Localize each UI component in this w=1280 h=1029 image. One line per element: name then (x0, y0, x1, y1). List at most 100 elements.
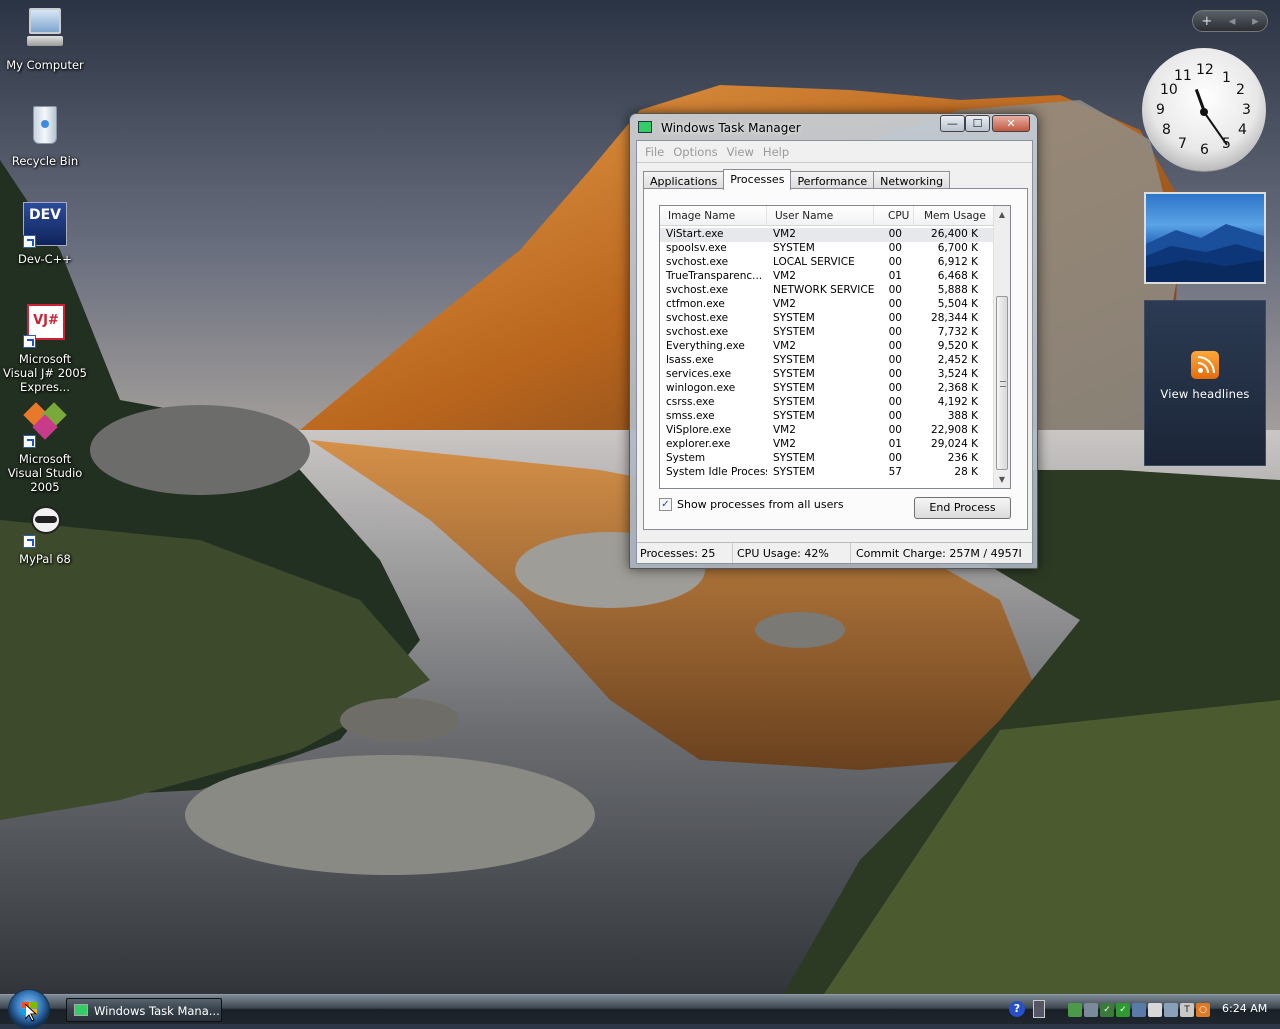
tray-app-icon[interactable] (1068, 1003, 1082, 1017)
menu-options[interactable]: Options (671, 141, 724, 162)
process-row[interactable]: System SYSTEM 00 236 K (660, 452, 994, 466)
title-bar[interactable]: Windows Task Manager — ☐ ✕ (630, 114, 1037, 140)
process-mem-usage: 2,368 K (937, 382, 978, 394)
process-row[interactable]: smss.exe SYSTEM 00 388 K (660, 410, 994, 424)
menu-view[interactable]: View (725, 141, 761, 162)
maximize-button[interactable]: ☐ (965, 115, 990, 132)
minimize-button[interactable]: — (940, 115, 965, 132)
menu-file[interactable]: File (643, 141, 671, 162)
column-cpu[interactable]: CPU (874, 206, 914, 226)
tab-performance[interactable]: Performance (790, 171, 875, 189)
process-row[interactable]: TrueTransparenc... VM2 01 6,468 K (660, 270, 994, 284)
process-list[interactable]: Image Name User Name CPU Mem Usage ViSta… (659, 205, 1011, 489)
clock-number: 3 (1242, 102, 1251, 118)
process-image-name: smss.exe (666, 410, 715, 422)
desktop-icon-visual-jsharp[interactable]: VJ# Microsoft Visual J# 2005 Expres... (0, 300, 90, 394)
tray-computer-icon[interactable] (1084, 1003, 1098, 1017)
shortcut-arrow-icon (23, 435, 36, 448)
network-tray-icon[interactable] (1033, 1000, 1045, 1018)
tray-tool-icon[interactable]: T (1180, 1003, 1194, 1017)
add-gadget-button[interactable]: + (1201, 14, 1212, 29)
tab-networking[interactable]: Networking (873, 171, 951, 189)
taskbar-clock[interactable]: 6:24 AM (1222, 1002, 1267, 1015)
process-row[interactable]: spoolsv.exe SYSTEM 00 6,700 K (660, 242, 994, 256)
view-headlines-link[interactable]: View headlines (1145, 387, 1265, 401)
process-user-name: SYSTEM (773, 326, 815, 338)
show-all-processes-checkbox[interactable]: ✓ (659, 498, 672, 511)
tray-search-icon[interactable]: ○ (1196, 1003, 1210, 1017)
column-image-name[interactable]: Image Name (660, 206, 767, 226)
process-mem-usage: 26,400 K (931, 228, 978, 240)
process-row[interactable]: csrss.exe SYSTEM 00 4,192 K (660, 396, 994, 410)
desktop-icon-visual-studio[interactable]: Microsoft Visual Studio 2005 (0, 400, 90, 494)
scrollbar-thumb[interactable] (996, 296, 1008, 470)
raccoon-icon (21, 500, 69, 548)
process-user-name: VM2 (773, 424, 796, 436)
desktop-icon-dev-cpp[interactable]: DEV Dev-C++ (0, 200, 90, 266)
tray-document-icon[interactable] (1148, 1003, 1162, 1017)
desktop-icon-label: MyPal 68 (19, 552, 71, 566)
slideshow-gadget[interactable] (1144, 192, 1266, 284)
tray-window-icon[interactable] (1132, 1003, 1146, 1017)
process-image-name: svchost.exe (666, 256, 729, 268)
close-button[interactable]: ✕ (992, 115, 1030, 132)
scroll-up-arrow-icon[interactable]: ▲ (994, 206, 1010, 223)
end-process-button[interactable]: End Process (914, 497, 1011, 519)
process-row[interactable]: svchost.exe SYSTEM 00 28,344 K (660, 312, 994, 326)
tray-monitor-icon[interactable] (1164, 1003, 1178, 1017)
process-image-name: System Idle Process (666, 466, 767, 478)
process-mem-usage: 5,888 K (937, 284, 978, 296)
desktop-icon-my-computer[interactable]: My Computer (0, 6, 90, 72)
process-user-name: LOCAL SERVICE (773, 256, 855, 268)
process-row[interactable]: ctfmon.exe VM2 00 5,504 K (660, 298, 994, 312)
process-row[interactable]: ViStart.exe VM2 00 26,400 K (660, 228, 994, 242)
clock-number: 9 (1156, 102, 1165, 118)
process-row[interactable]: winlogon.exe SYSTEM 00 2,368 K (660, 382, 994, 396)
desktop-icon-recycle-bin[interactable]: Recycle Bin (0, 102, 90, 168)
process-row[interactable]: System Idle Process SYSTEM 57 28 K (660, 466, 994, 480)
visual-studio-icon (21, 400, 69, 448)
tab-applications[interactable]: Applications (643, 171, 725, 189)
help-icon[interactable]: ? (1009, 1001, 1025, 1017)
process-cpu: 00 (888, 284, 902, 296)
desktop-icon-label: Microsoft Visual J# 2005 Expres... (3, 352, 87, 394)
process-cpu: 00 (888, 452, 902, 464)
process-row[interactable]: ViSplore.exe VM2 00 22,908 K (660, 424, 994, 438)
desktop-icon-mypal[interactable]: MyPal 68 (0, 500, 90, 566)
process-image-name: svchost.exe (666, 326, 729, 338)
process-mem-usage: 4,192 K (937, 396, 978, 408)
column-user-name[interactable]: User Name (767, 206, 874, 226)
scroll-down-arrow-icon[interactable]: ▼ (994, 471, 1010, 488)
processes-panel: Image Name User Name CPU Mem Usage ViSta… (643, 188, 1028, 530)
tray-shield-icon[interactable]: ✓ (1100, 1003, 1114, 1017)
process-list-scrollbar[interactable]: ▲ ▼ (993, 206, 1010, 488)
process-row[interactable]: svchost.exe LOCAL SERVICE 00 6,912 K (660, 256, 994, 270)
process-row[interactable]: svchost.exe NETWORK SERVICE 00 5,888 K (660, 284, 994, 298)
sidebar-controls: + ◂ ▸ (1192, 10, 1268, 32)
clock-number: 1 (1222, 70, 1231, 86)
next-page-button[interactable]: ▸ (1252, 14, 1259, 29)
process-row[interactable]: services.exe SYSTEM 00 3,524 K (660, 368, 994, 382)
process-user-name: SYSTEM (773, 368, 815, 380)
process-mem-usage: 6,912 K (937, 256, 978, 268)
task-manager-window[interactable]: Windows Task Manager — ☐ ✕ File Options … (629, 113, 1038, 569)
tab-processes[interactable]: Processes (723, 169, 792, 190)
tray-check-icon[interactable]: ✓ (1116, 1003, 1130, 1017)
desktop-icon-label: My Computer (6, 58, 84, 72)
process-row[interactable]: svchost.exe SYSTEM 00 7,732 K (660, 326, 994, 340)
menu-help[interactable]: Help (761, 141, 796, 162)
show-all-processes-option[interactable]: ✓ Show processes from all users (659, 498, 844, 511)
process-image-name: winlogon.exe (666, 382, 736, 394)
process-image-name: System (666, 452, 706, 464)
feed-headlines-gadget[interactable]: View headlines (1144, 300, 1266, 466)
process-mem-usage: 29,024 K (931, 438, 978, 450)
clock-gadget[interactable]: 12 1 2 3 4 5 6 7 8 9 10 11 (1142, 48, 1266, 172)
previous-page-button[interactable]: ◂ (1229, 14, 1236, 29)
desktop-icon-label: Dev-C++ (18, 252, 72, 266)
show-all-processes-label: Show processes from all users (677, 498, 844, 511)
process-row[interactable]: Everything.exe VM2 00 9,520 K (660, 340, 994, 354)
taskbar-button-task-manager[interactable]: Windows Task Mana... (66, 998, 222, 1022)
process-row[interactable]: lsass.exe SYSTEM 00 2,452 K (660, 354, 994, 368)
column-mem-usage[interactable]: Mem Usage (914, 206, 994, 226)
process-row[interactable]: explorer.exe VM2 01 29,024 K (660, 438, 994, 452)
